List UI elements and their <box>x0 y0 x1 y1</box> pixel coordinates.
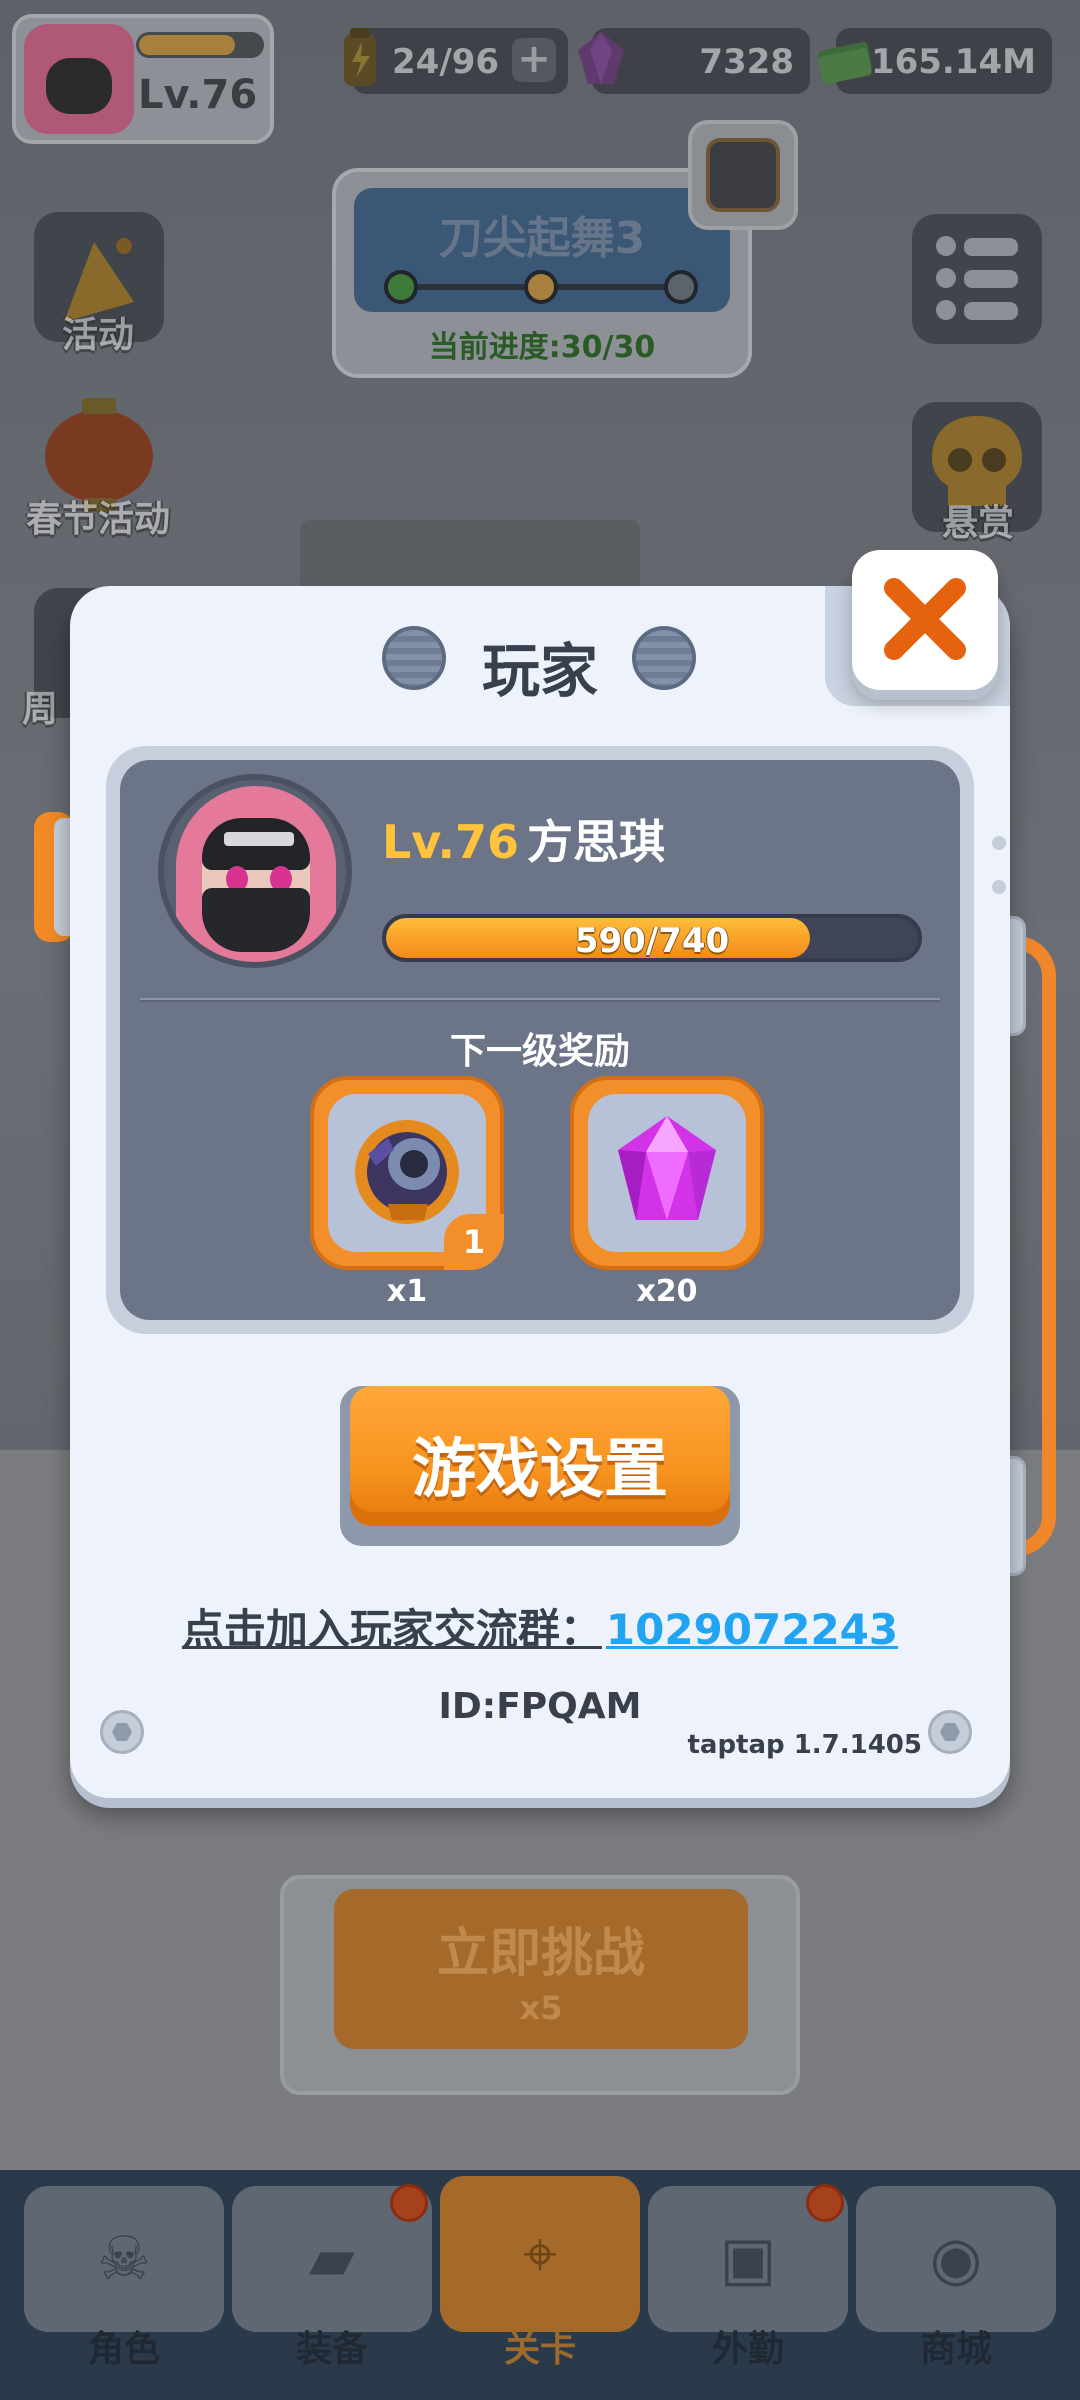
stage-map: 刀尖起舞3 <box>354 188 730 312</box>
player-profile-card[interactable]: Lv.76 <box>12 14 274 144</box>
device-icon: ▣ <box>719 2224 777 2294</box>
player-level-name: Lv.76 方思琪 <box>382 806 665 872</box>
player-dialog: 玩家 Lv.76 方思琪 590/740 下一级奖励 1 x1 x20 游戏设置… <box>34 550 1056 1798</box>
xp-bar-small <box>136 32 264 58</box>
boss-portrait-button[interactable] <box>688 120 798 230</box>
stage-node-1 <box>384 270 418 304</box>
tab-stage-label: 关卡 <box>503 2329 576 2370</box>
player-id: ID:FPQAM <box>438 1686 642 1727</box>
gun-icon: ▰ <box>308 2224 356 2294</box>
stage-title: 刀尖起舞3 <box>438 213 646 264</box>
cash-stack-icon <box>818 41 872 85</box>
player-info-panel: Lv.76 方思琪 590/740 下一级奖励 1 x1 x20 <box>106 746 974 1334</box>
skull-mask-icon: ☠ <box>97 2224 151 2294</box>
bounty-label: 悬赏 <box>941 503 1014 544</box>
xp-progress-bar: 590/740 <box>382 914 922 962</box>
player-level: Lv.76 <box>382 815 520 869</box>
cash-counter: 165.14M <box>818 28 1052 94</box>
reward-qty-gem: x20 <box>636 1274 698 1309</box>
dialog-rivet <box>992 880 1006 894</box>
tab-stage[interactable]: ⌖ <box>440 2176 640 2332</box>
add-energy-button[interactable]: + <box>512 38 556 82</box>
map-pin-icon: ⌖ <box>523 2219 557 2289</box>
close-icon <box>884 578 966 660</box>
close-button[interactable] <box>852 550 998 690</box>
screw-left <box>100 1710 144 1754</box>
gem-counter: 7328 <box>578 28 810 94</box>
player-level-small: Lv.76 <box>138 72 258 118</box>
player-info-inner: Lv.76 方思琪 590/740 下一级奖励 1 x1 x20 <box>120 760 960 1320</box>
purple-gem-icon <box>618 1116 716 1220</box>
panel-divider <box>140 998 940 1002</box>
events-label: 活动 <box>61 315 134 356</box>
tab-character[interactable]: ☠ <box>24 2186 224 2332</box>
app-version: taptap 1.7.1405 <box>687 1730 922 1760</box>
dialog-left-handle <box>34 812 82 942</box>
spring-festival-label: 春节活动 <box>25 499 170 540</box>
field-notification-dot <box>806 2184 844 2222</box>
player-name: 方思琪 <box>527 815 666 869</box>
join-group-prompt: 点击加入玩家交流群： <box>181 1605 602 1654</box>
menu-list-button[interactable] <box>912 214 1042 344</box>
challenge-panel: 立即挑战 x5 <box>280 1875 800 2095</box>
stage-node-2 <box>524 270 558 304</box>
join-group-link[interactable]: 点击加入玩家交流群：1029072243 <box>70 1596 1010 1657</box>
stage-progress-text: 当前进度:30/30 <box>428 330 656 365</box>
stage-node-3 <box>664 270 698 304</box>
reward-item-armor[interactable]: 1 <box>310 1076 504 1270</box>
list-icon <box>936 236 1018 320</box>
player-avatar-small <box>24 24 134 134</box>
shop-icon: ◉ <box>929 2224 983 2294</box>
challenge-button[interactable]: 立即挑战 x5 <box>334 1889 748 2049</box>
tab-field-label: 外勤 <box>711 2329 784 2370</box>
mystery-boss-icon <box>706 138 780 212</box>
reward-qty-armor: x1 <box>386 1274 428 1309</box>
next-reward-title: 下一级奖励 <box>449 1031 630 1072</box>
game-settings-button[interactable]: 游戏设置 <box>340 1386 740 1546</box>
reward-item-gem[interactable] <box>570 1076 764 1270</box>
tab-shop[interactable]: ◉ <box>856 2186 1056 2332</box>
tab-character-label: 角色 <box>87 2329 160 2370</box>
tab-equipment-label: 装备 <box>295 2329 368 2370</box>
game-settings-label: 游戏设置 <box>412 1433 668 1507</box>
group-number: 1029072243 <box>605 1605 899 1654</box>
xp-progress-text: 590/740 <box>574 921 730 961</box>
challenge-cost: x5 <box>519 1989 563 2027</box>
gem-icon <box>578 32 624 84</box>
screw-right <box>928 1710 972 1754</box>
challenge-label: 立即挑战 <box>436 1924 645 1984</box>
dialog-rivet <box>992 836 1006 850</box>
player-avatar <box>158 774 352 968</box>
battery-icon <box>344 28 376 86</box>
equipment-notification-dot <box>390 2184 428 2222</box>
tab-shop-label: 商城 <box>919 2329 992 2370</box>
reward-count-badge: 1 <box>444 1214 504 1270</box>
